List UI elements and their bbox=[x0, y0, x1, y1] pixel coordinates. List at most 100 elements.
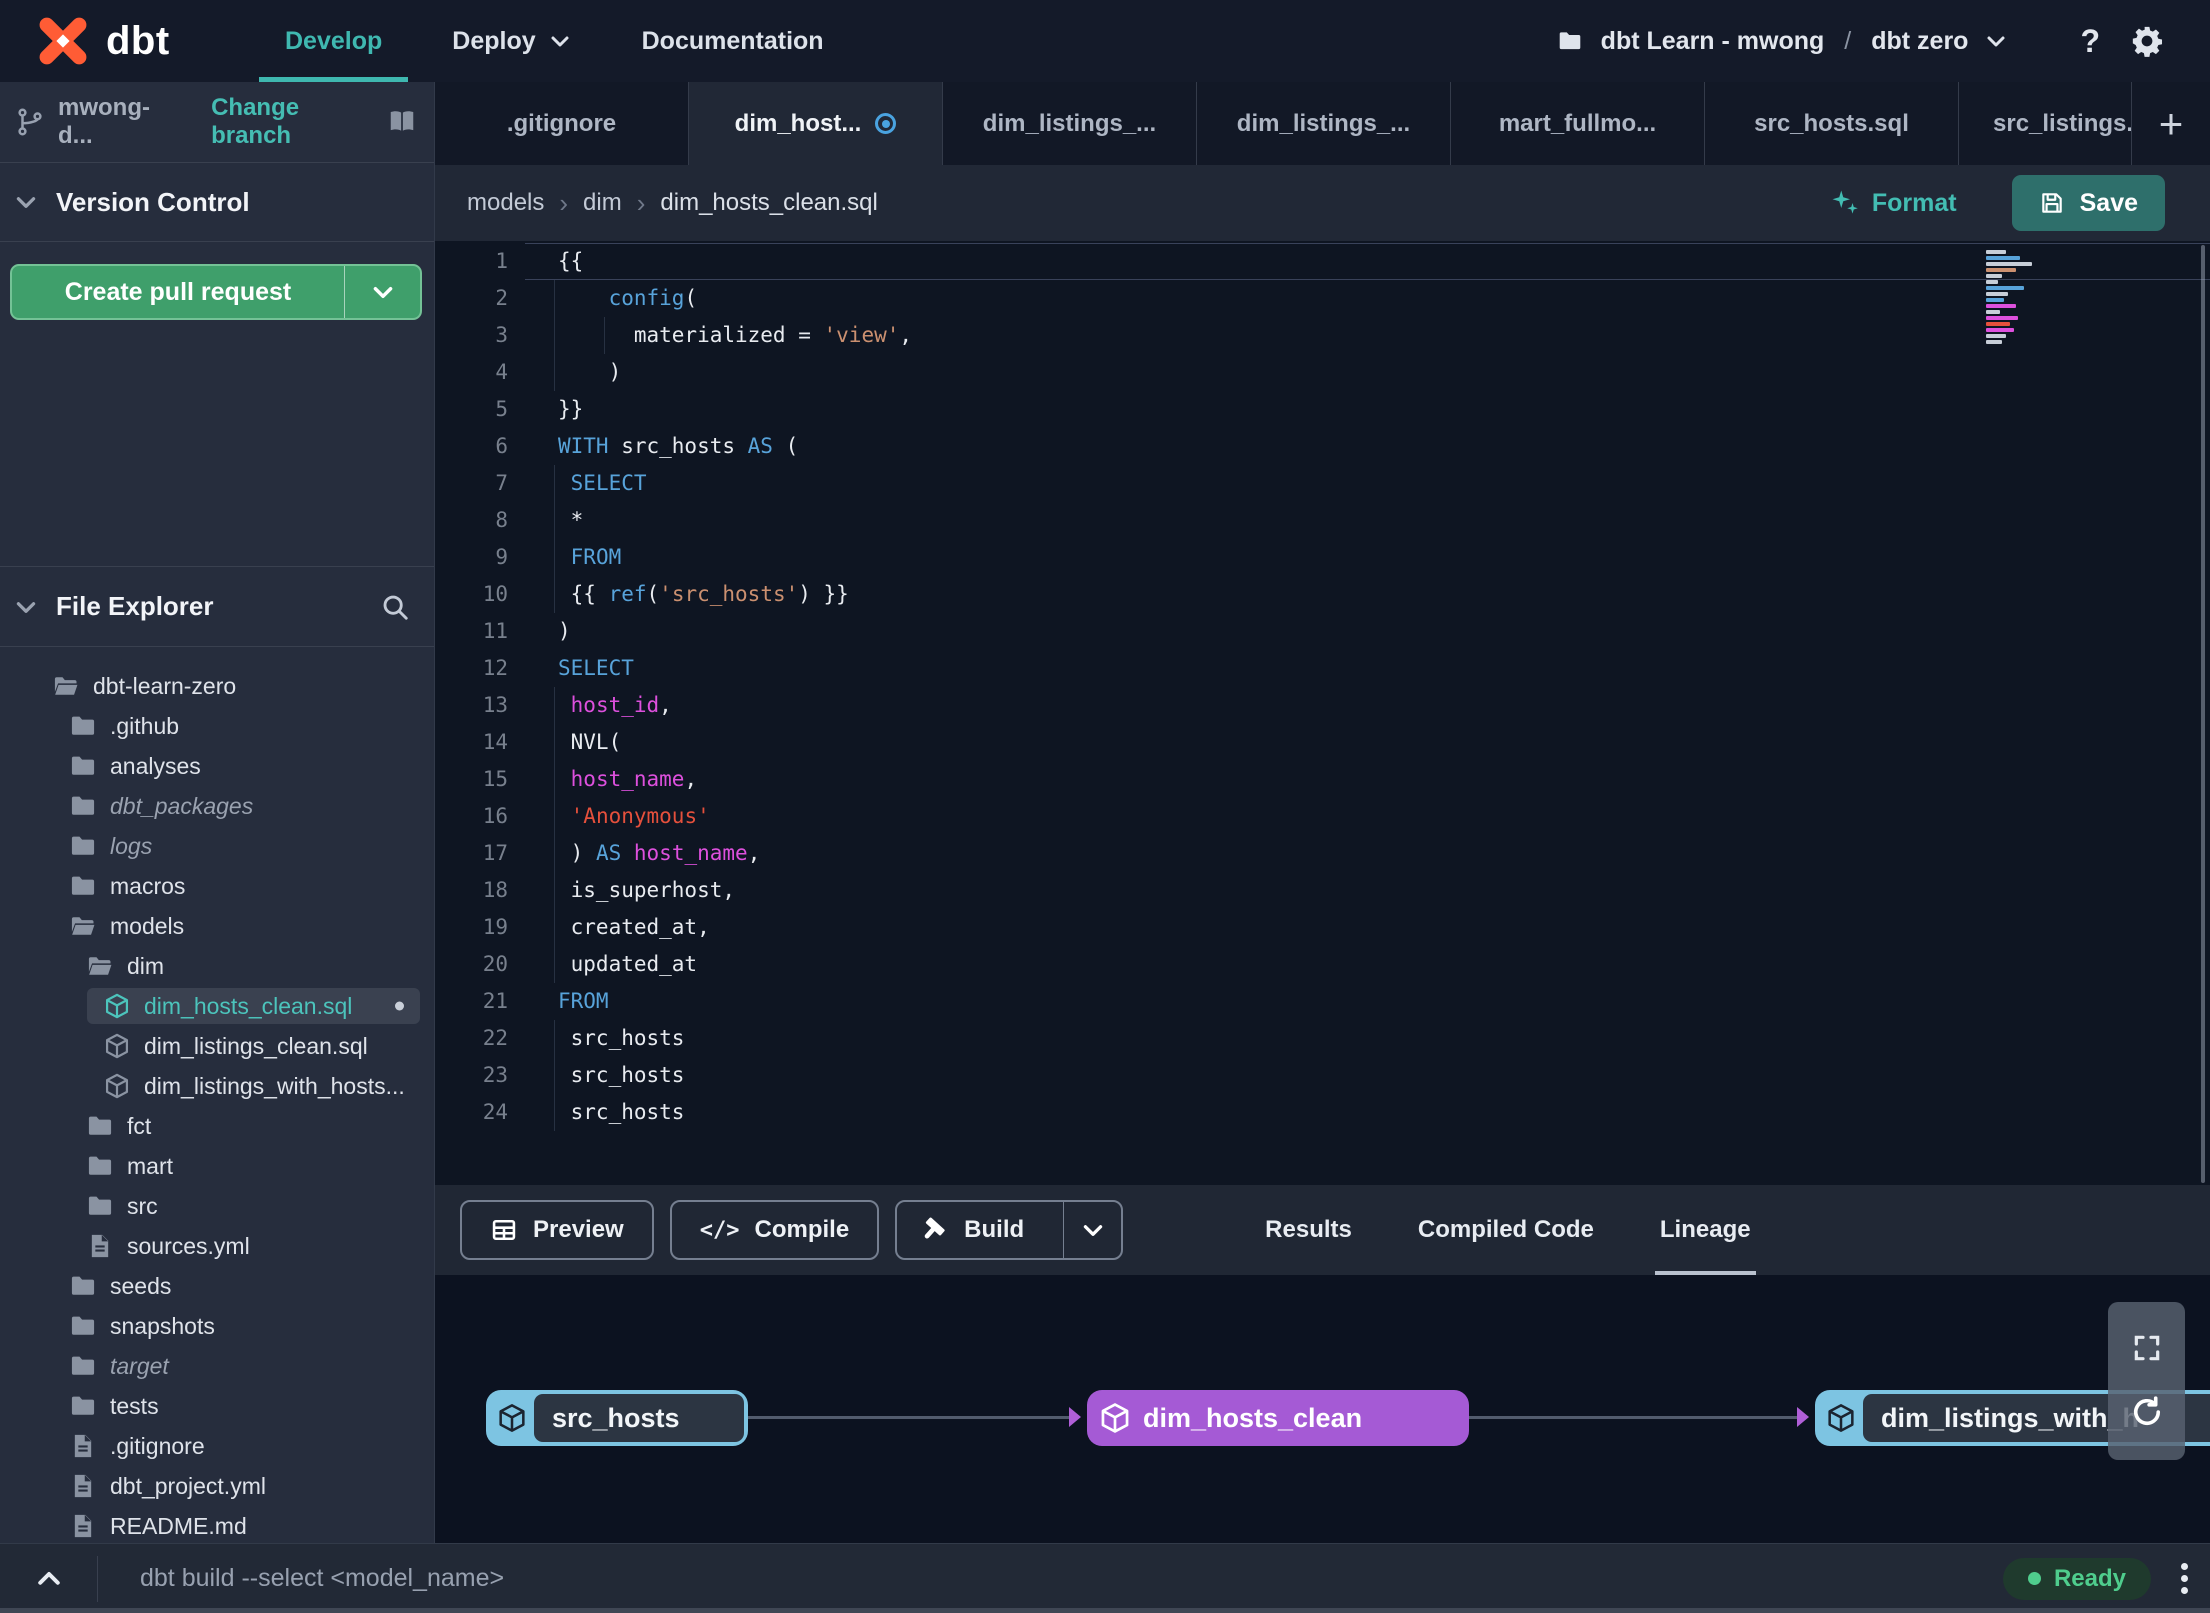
help-icon[interactable]: ? bbox=[2080, 23, 2100, 60]
code-line-19[interactable]: 19 created_at, bbox=[435, 909, 2210, 946]
tree-item-dbt-project-yml[interactable]: dbt_project.yml bbox=[0, 1466, 434, 1506]
code-line-22[interactable]: 22 src_hosts bbox=[435, 1020, 2210, 1057]
new-tab-button[interactable]: + bbox=[2132, 82, 2210, 165]
project-name[interactable]: dbt zero bbox=[1871, 27, 1968, 56]
refresh-icon[interactable] bbox=[2129, 1394, 2165, 1430]
preview-button[interactable]: Preview bbox=[460, 1200, 654, 1260]
tree-item-fct[interactable]: fct bbox=[0, 1106, 434, 1146]
tab-src-listings-[interactable]: src_listings. bbox=[1959, 82, 2132, 165]
tab-dim-host-[interactable]: dim_host... bbox=[689, 82, 943, 165]
save-button[interactable]: Save bbox=[2011, 175, 2165, 231]
tab-compiled-code[interactable]: Compiled Code bbox=[1385, 1185, 1627, 1275]
tab-lineage[interactable]: Lineage bbox=[1627, 1185, 1784, 1275]
tree-item-dbt-packages[interactable]: dbt_packages bbox=[0, 786, 434, 826]
command-input[interactable]: dbt build --select <model_name> bbox=[140, 1564, 2003, 1593]
nav-item-deploy[interactable]: Deploy bbox=[426, 0, 597, 82]
editor-scrollbar[interactable] bbox=[2201, 245, 2205, 1183]
code-line-21[interactable]: 21 FROM bbox=[435, 983, 2210, 1020]
code-line-5[interactable]: 5}} bbox=[435, 391, 2210, 428]
tree-item-logs[interactable]: logs bbox=[0, 826, 434, 866]
nav-item-develop[interactable]: Develop bbox=[259, 0, 409, 82]
breadcrumb-segment[interactable]: dim bbox=[583, 189, 622, 217]
code-line-14[interactable]: 14 NVL( bbox=[435, 724, 2210, 761]
lineage-node-dim-hosts-clean[interactable]: dim_hosts_clean bbox=[1087, 1390, 1469, 1446]
pr-dropdown-caret[interactable] bbox=[344, 266, 420, 318]
tree-item-seeds[interactable]: seeds bbox=[0, 1266, 434, 1306]
fullscreen-icon[interactable] bbox=[2131, 1332, 2163, 1364]
build-dropdown-caret[interactable] bbox=[1063, 1202, 1121, 1258]
code-token: ) bbox=[558, 360, 622, 384]
tree-item-dbt-learn-zero[interactable]: dbt-learn-zero bbox=[0, 666, 434, 706]
code-line-12[interactable]: 12 SELECT bbox=[435, 650, 2210, 687]
code-line-7[interactable]: 7 SELECT bbox=[435, 465, 2210, 502]
tree-item-snapshots[interactable]: snapshots bbox=[0, 1306, 434, 1346]
tree-item-dim-listings-with-hosts-[interactable]: dim_listings_with_hosts... bbox=[0, 1066, 434, 1106]
tab-results[interactable]: Results bbox=[1232, 1185, 1385, 1275]
code-line-13[interactable]: 13 host_id, bbox=[435, 687, 2210, 724]
breadcrumb-segment[interactable]: models bbox=[467, 189, 544, 217]
format-button[interactable]: Format bbox=[1830, 188, 1957, 218]
minimap-row bbox=[1986, 280, 1998, 284]
code-line-4[interactable]: 4 ) bbox=[435, 354, 2210, 391]
tab-dim-listings-[interactable]: dim_listings_... bbox=[943, 82, 1197, 165]
breadcrumb-segment[interactable]: dim_hosts_clean.sql bbox=[660, 189, 877, 217]
tree-item-dim[interactable]: dim bbox=[0, 946, 434, 986]
code-line-3[interactable]: 3 materialized = 'view', bbox=[435, 317, 2210, 354]
chevron-down-icon[interactable] bbox=[1984, 29, 2008, 53]
tree-item-analyses[interactable]: analyses bbox=[0, 746, 434, 786]
code-line-1[interactable]: 1 {{ bbox=[435, 243, 2210, 280]
code-line-6[interactable]: 6 WITH src_hosts AS ( bbox=[435, 428, 2210, 465]
status-label: Ready bbox=[2053, 1564, 2126, 1592]
change-branch-link[interactable]: Change branch bbox=[211, 94, 385, 150]
file-explorer-header[interactable]: File Explorer bbox=[0, 566, 434, 647]
tree-item-src[interactable]: src bbox=[0, 1186, 434, 1226]
code-line-23[interactable]: 23 src_hosts bbox=[435, 1057, 2210, 1094]
tree-item-models[interactable]: models bbox=[0, 906, 434, 946]
nav-item-documentation[interactable]: Documentation bbox=[616, 0, 850, 82]
tab-mart-fullmo-[interactable]: mart_fullmo... bbox=[1451, 82, 1705, 165]
book-icon[interactable] bbox=[385, 107, 419, 137]
search-icon[interactable] bbox=[380, 592, 410, 622]
create-pull-request-button[interactable]: Create pull request bbox=[10, 264, 422, 320]
chevron-up-icon[interactable] bbox=[0, 1555, 98, 1602]
tree-item-target[interactable]: target bbox=[0, 1346, 434, 1386]
tree-item-macros[interactable]: macros bbox=[0, 866, 434, 906]
code-editor[interactable]: 1{{2 config(3 materialized = 'view', 4 ) 5… bbox=[435, 241, 2210, 1185]
tree-item-tests[interactable]: tests bbox=[0, 1386, 434, 1426]
code-line-2[interactable]: 2 config( bbox=[435, 280, 2210, 317]
build-button[interactable]: Build bbox=[895, 1200, 1124, 1260]
code-line-9[interactable]: 9 FROM bbox=[435, 539, 2210, 576]
code-line-8[interactable]: 8 * bbox=[435, 502, 2210, 539]
code-line-15[interactable]: 15 host_name, bbox=[435, 761, 2210, 798]
tree-item--github[interactable]: .github bbox=[0, 706, 434, 746]
minimap-row bbox=[1986, 262, 2032, 266]
brand-text: dbt bbox=[106, 18, 170, 63]
tree-item-readme-md[interactable]: README.md bbox=[0, 1506, 434, 1543]
tab-dim-listings-[interactable]: dim_listings_... bbox=[1197, 82, 1451, 165]
lineage-panel[interactable]: src_hosts dim_hosts_clean dim_listings_wit… bbox=[435, 1275, 2210, 1543]
gear-icon[interactable] bbox=[2130, 24, 2164, 58]
code-line-10[interactable]: 10 {{ ref('src_hosts') }} bbox=[435, 576, 2210, 613]
tree-item-dim-hosts-clean-sql[interactable]: dim_hosts_clean.sql bbox=[0, 986, 434, 1026]
bottom-scroll-strip[interactable] bbox=[0, 1608, 2210, 1613]
tab-src-hosts-sql[interactable]: src_hosts.sql bbox=[1705, 82, 1959, 165]
tree-item-mart[interactable]: mart bbox=[0, 1146, 434, 1186]
code-token: }} bbox=[558, 397, 584, 421]
code-line-17[interactable]: 17 ) AS host_name, bbox=[435, 835, 2210, 872]
code-line-20[interactable]: 20 updated_at bbox=[435, 946, 2210, 983]
version-control-header[interactable]: Version Control bbox=[0, 163, 434, 242]
compile-button[interactable]: </> Compile bbox=[669, 1200, 880, 1260]
kebab-menu-icon[interactable] bbox=[2181, 1563, 2188, 1594]
account-name[interactable]: dbt Learn - mwong bbox=[1601, 27, 1825, 56]
tree-item-dim-listings-clean-sql[interactable]: dim_listings_clean.sql bbox=[0, 1026, 434, 1066]
lineage-node-src-hosts[interactable]: src_hosts bbox=[486, 1390, 748, 1446]
tree-item--gitignore[interactable]: .gitignore bbox=[0, 1426, 434, 1466]
dbt-logo[interactable]: dbt bbox=[36, 14, 211, 68]
code-line-11[interactable]: 11) bbox=[435, 613, 2210, 650]
code-line-16[interactable]: 16 'Anonymous' bbox=[435, 798, 2210, 835]
tree-item-sources-yml[interactable]: sources.yml bbox=[0, 1226, 434, 1266]
code-line-18[interactable]: 18 is_superhost, bbox=[435, 872, 2210, 909]
tab--gitignore[interactable]: .gitignore bbox=[435, 82, 689, 165]
code-line-24[interactable]: 24 src_hosts bbox=[435, 1094, 2210, 1131]
editor-minimap[interactable] bbox=[1986, 250, 2042, 346]
